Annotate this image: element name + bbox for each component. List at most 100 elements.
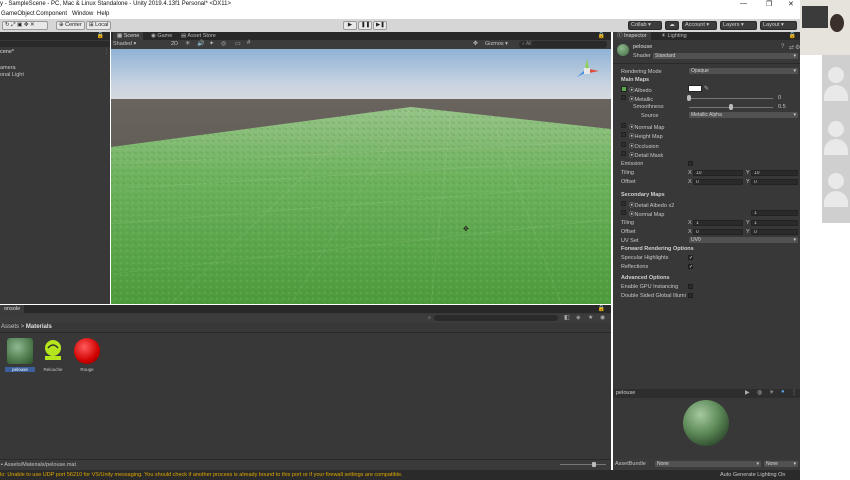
lock-icon[interactable]: 🔒 [97,32,104,39]
thumbnail-size-slider[interactable] [560,464,606,465]
secondary-normal-value[interactable]: 1 [751,210,798,216]
transform-tool-icon[interactable]: ✥ [24,22,29,28]
double-sided-gi-checkbox[interactable] [688,293,693,298]
preview-mesh-icon[interactable]: ◍ [757,389,762,396]
menu-window[interactable]: Window [72,11,93,17]
hierarchy-scene[interactable]: cene* [0,49,14,55]
main-tiling-y-field[interactable]: 10 [751,170,798,176]
transform-tools[interactable]: ↻ ⤢ ▣ ✥ ✕ [2,21,48,30]
emission-checkbox[interactable] [688,161,693,166]
asset-item-pelouse[interactable]: pelouse [5,338,35,376]
minimize-button[interactable]: — [740,0,747,7]
scene-orientation-gizmo[interactable] [573,57,601,85]
smoothness-slider-handle[interactable] [729,104,733,110]
main-offset-y-field[interactable]: 0 [751,179,798,185]
project-search-field[interactable] [434,315,558,321]
albedo-color-swatch[interactable] [688,85,702,92]
rotate-tool-icon[interactable]: ↻ [5,22,10,28]
gpu-instancing-checkbox[interactable] [688,284,693,289]
secondary-offset-y-field[interactable]: 0 [751,229,798,235]
grid-toggle-icon[interactable]: # [247,40,250,46]
tab-console[interactable]: onsole [0,305,25,313]
rect-tool-icon[interactable]: ▣ [17,22,22,28]
detail-albedo-slot[interactable] [621,201,626,206]
star-icon[interactable]: ★ [588,314,593,321]
hidden-packages-icon[interactable]: ◉ [600,314,605,321]
secondary-tiling-x-field[interactable]: 1 [693,220,743,226]
reflections-checkbox[interactable]: ✓ [688,264,693,270]
secondary-tiling-y-field[interactable]: 1 [751,220,798,226]
menu-help[interactable]: Help [97,11,109,17]
scene-lock-icon[interactable]: 🔒 [598,32,605,39]
audio-toggle-icon[interactable]: 🔊 [197,40,204,47]
preview-menu-icon[interactable]: ⋮ [791,389,797,396]
material-preview-sphere[interactable] [683,400,729,446]
shading-dropdown[interactable]: Shaded ▾ [113,41,136,47]
layers-dropdown[interactable]: Layers ▾ [720,21,757,30]
filter-label-icon[interactable]: ◈ [576,314,581,321]
preview-play-icon[interactable]: ▶ [745,389,750,396]
occlusion-slot[interactable] [621,142,626,147]
cloud-icon[interactable]: ☁ [665,21,679,30]
gizmos-dropdown[interactable]: Gizmos ▾ [485,41,508,47]
metallic-texture-slot[interactable] [621,95,626,100]
pivot-toggle[interactable]: ⊕ Center [56,21,85,30]
metallic-slider-handle[interactable] [687,95,691,101]
normal-map-slot[interactable] [621,123,626,128]
mode-2d-toggle[interactable]: 2D [171,41,178,47]
assetbundle-dropdown[interactable]: None ▾ [655,461,761,467]
scene-render[interactable] [111,49,611,304]
collab-dropdown[interactable]: Collab ▾ [628,21,662,30]
assetbundle-variant-dropdown[interactable]: None ▾ [764,461,798,467]
breadcrumb-materials[interactable]: Materials [26,324,52,330]
filter-type-icon[interactable]: ◧ [564,314,570,321]
albedo-texture-slot[interactable] [621,86,627,92]
move-view-icon[interactable]: ✥ [473,40,478,47]
tab-inspector[interactable]: ⓘ Inspector [613,32,651,40]
rendering-mode-dropdown[interactable]: Opaque ▾ [689,68,798,74]
asset-item-relouche[interactable]: Relouche [38,338,68,376]
maximize-button[interactable]: ❐ [766,0,772,8]
status-message[interactable]: lo: Unable to use UDP port 56210 for VS/… [0,472,403,478]
close-button[interactable]: ✕ [788,0,794,8]
breadcrumb-assets[interactable]: Assets [1,324,19,330]
secondary-offset-x-field[interactable]: 0 [693,229,743,235]
visibility-icon[interactable]: ◎ [221,40,226,47]
hierarchy-search[interactable] [0,41,110,47]
main-tiling-x-field[interactable]: 10 [693,170,743,176]
preset-icon[interactable]: ⇄ [789,44,794,51]
hierarchy-item-camera[interactable]: amera [0,65,16,71]
pause-button[interactable]: ❚❚ [358,21,372,30]
menu-gameobject[interactable]: GameObject [1,11,35,17]
project-search-icon[interactable]: ⌕ [428,315,431,321]
hierarchy-item-light[interactable]: onal Light [0,72,24,78]
smoothness-value[interactable]: 0.5 [778,104,786,110]
tab-asset-store[interactable]: ▤ Asset Store [177,32,220,40]
tab-lighting[interactable]: ☀ Lighting [657,32,691,40]
thumbnail-size-handle[interactable] [592,462,596,467]
layout-dropdown[interactable]: Layout ▾ [760,21,797,30]
metallic-value[interactable]: 0 [778,95,781,101]
scale-tool-icon[interactable]: ⤢ [11,22,15,28]
shader-dropdown[interactable]: Standard ▾ [653,53,798,59]
main-offset-x-field[interactable]: 0 [693,179,743,185]
detail-mask-slot[interactable] [621,151,626,156]
height-map-slot[interactable] [621,132,626,137]
effects-toggle-icon[interactable]: ✦ [209,40,214,47]
scene-viewport[interactable]: ✥ [111,49,611,304]
tab-game[interactable]: ◉ Game [147,32,176,40]
custom-tool-icon[interactable]: ✕ [30,22,35,28]
space-toggle[interactable]: ⊞ Local [86,21,112,30]
lighting-status[interactable]: Auto Generate Lighting On [720,472,785,478]
tab-scene[interactable]: ▦ Scene [113,32,144,40]
asset-item-rouge[interactable]: Rouge [72,338,102,376]
specular-highlights-checkbox[interactable]: ✓ [688,255,693,261]
source-dropdown[interactable]: Metallic Alpha ▾ [689,112,798,118]
play-button[interactable]: ▶ [343,21,357,30]
project-lock-icon[interactable]: 🔒 [598,305,605,312]
account-dropdown[interactable]: Account ▾ [682,21,717,30]
metallic-slider-track[interactable] [689,98,773,99]
uv-set-dropdown[interactable]: UV0 ▾ [689,237,798,243]
secondary-normal-slot[interactable] [621,210,626,215]
scene-search-field[interactable]: ⌕ All [519,41,607,48]
